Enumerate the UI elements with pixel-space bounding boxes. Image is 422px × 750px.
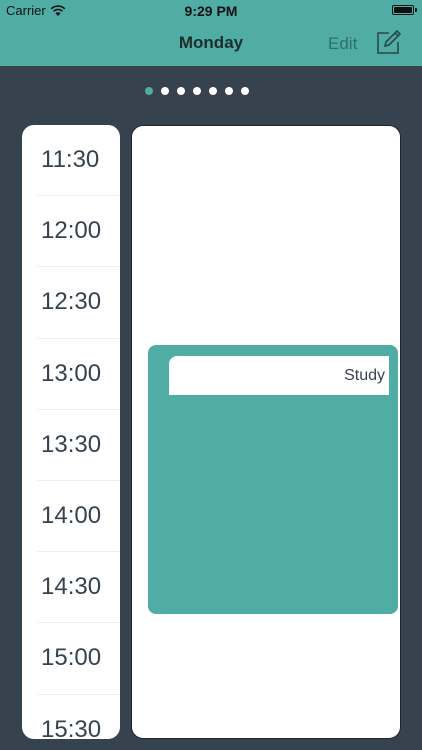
time-label: 15:30 [41, 716, 102, 739]
time-slot: 11:30 [37, 125, 120, 197]
page-dot[interactable] [161, 87, 169, 95]
time-slot: 15:00 [37, 623, 120, 695]
time-label: 15:00 [41, 644, 102, 672]
edit-button[interactable]: Edit [328, 34, 357, 54]
navigation-header: Carrier 9:29 PM Monday Edit [0, 0, 422, 66]
time-slot: 13:30 [37, 410, 120, 481]
page-dot[interactable] [225, 87, 233, 95]
time-slot: 13:00 [37, 339, 120, 410]
page-dot[interactable] [177, 87, 185, 95]
page-indicator[interactable] [0, 87, 422, 95]
status-bar: Carrier 9:29 PM [0, 0, 422, 22]
time-slot: 14:00 [37, 481, 120, 553]
time-slot: 14:30 [37, 552, 120, 624]
event-label: Study [169, 356, 389, 395]
time-slot: 12:30 [37, 267, 120, 339]
page-dot[interactable] [209, 87, 217, 95]
battery-fill [394, 7, 412, 13]
schedule-panel[interactable]: Study [131, 125, 401, 739]
page-dot[interactable] [241, 87, 249, 95]
time-slot: 12:00 [37, 196, 120, 268]
time-label: 12:30 [41, 288, 102, 316]
time-label: 14:30 [41, 573, 102, 601]
status-time: 9:29 PM [184, 3, 238, 19]
page-dot[interactable] [145, 87, 153, 95]
compose-icon[interactable] [374, 29, 402, 57]
battery-icon [392, 5, 417, 15]
time-label: 13:00 [41, 359, 102, 387]
time-label: 11:30 [41, 146, 100, 174]
time-column[interactable]: 11:30 12:00 12:30 13:00 13:30 14:00 14:30 15:00… [22, 125, 120, 739]
time-list: 11:30 12:00 12:30 13:00 13:30 14:00 14:30 15:00… [22, 125, 120, 739]
battery-tip [415, 8, 417, 12]
page-dot[interactable] [193, 87, 201, 95]
time-label: 13:30 [41, 430, 102, 458]
time-label: 14:00 [41, 502, 102, 530]
page-title: Monday [178, 33, 244, 52]
time-slot: 15:30 [37, 695, 120, 739]
time-label: 12:00 [41, 217, 102, 245]
